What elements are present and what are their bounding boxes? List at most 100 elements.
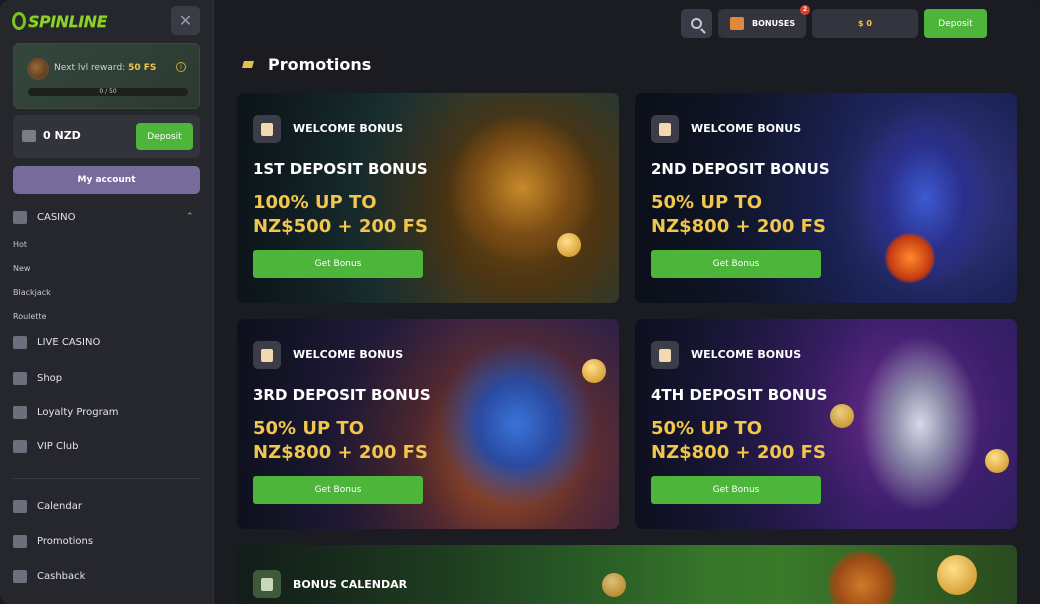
coin-icon [557, 233, 581, 257]
casino-icon [13, 211, 27, 224]
card-shade [237, 545, 705, 604]
sidebar: SPINLINE ✕ Next lvl reward: 50 FS i 0 / … [0, 0, 214, 604]
promo-card-3[interactable]: WELCOME BONUS 3RD DEPOSIT BONUS 50% UP T… [237, 319, 619, 529]
sidebar-item-loyalty[interactable]: Loyalty Program [13, 406, 119, 419]
promo-offer-line1: 50% UP TO [651, 192, 763, 213]
crystal-ball-art [885, 233, 935, 283]
sidebar-subitem-roulette[interactable]: Roulette [13, 312, 47, 321]
sidebar-item-label: LIVE CASINO [37, 337, 101, 348]
sidebar-item-live-casino[interactable]: LIVE CASINO [13, 336, 100, 349]
sidebar-item-label: Loyalty Program [37, 407, 119, 418]
sidebar-item-cashback[interactable]: Cashback [13, 570, 85, 583]
header-deposit-button[interactable]: Deposit [924, 9, 987, 38]
get-bonus-button[interactable]: Get Bonus [253, 476, 423, 504]
sidebar-item-label: Cashback [37, 571, 86, 582]
promo-offer-line2: NZ$500 + 200 FS [253, 216, 428, 237]
promo-name: 1ST DEPOSIT BONUS [253, 160, 428, 178]
gift-icon [730, 17, 744, 30]
promo-card-1[interactable]: WELCOME BONUS 1ST DEPOSIT BONUS 100% UP … [237, 93, 619, 303]
bonus-card-icon [253, 341, 281, 369]
sidebar-item-label: Shop [37, 373, 63, 384]
promo-offer: 50% UP TO NZ$800 + 200 FS [651, 417, 826, 465]
creature-art [827, 550, 897, 604]
shop-icon [13, 372, 27, 385]
page-title-text: Promotions [268, 55, 372, 74]
promo-name: 4TH DEPOSIT BONUS [651, 386, 828, 404]
close-sidebar-button[interactable]: ✕ [171, 6, 200, 35]
calendar-card-icon [253, 570, 281, 598]
reward-progress-bar: 0 / 50 [28, 88, 188, 96]
coin-icon [937, 555, 977, 595]
sidebar-item-casino[interactable]: CASINO [13, 211, 75, 224]
promo-name: 3RD DEPOSIT BONUS [253, 386, 431, 404]
bonuses-label: BONUSES [752, 19, 796, 28]
promo-tag: WELCOME BONUS [293, 348, 404, 361]
wallet-icon [22, 130, 36, 142]
promo-offer-line2: NZ$800 + 200 FS [651, 442, 826, 463]
get-bonus-button[interactable]: Get Bonus [253, 250, 423, 278]
sidebar-divider [13, 478, 200, 479]
promo-offer: 50% UP TO NZ$800 + 200 FS [253, 417, 428, 465]
bonus-card-icon [651, 115, 679, 143]
logo-ring-icon [12, 12, 26, 30]
info-icon[interactable]: i [176, 62, 186, 72]
promo-offer-line2: NZ$800 + 200 FS [651, 216, 826, 237]
crown-icon [13, 440, 27, 453]
loyalty-icon [13, 406, 27, 419]
balance-amount: 0 NZD [43, 129, 81, 142]
sidebar-subitem-hot[interactable]: Hot [13, 240, 27, 249]
promo-name: 2ND DEPOSIT BONUS [651, 160, 830, 178]
live-casino-icon [13, 336, 27, 349]
coin-icon [582, 359, 606, 383]
bonuses-badge: 2 [800, 5, 810, 15]
sidebar-item-shop[interactable]: Shop [13, 372, 62, 385]
sidebar-item-promotions[interactable]: Promotions [13, 535, 93, 548]
astronaut-art [855, 329, 985, 519]
app-window: SPINLINE ✕ Next lvl reward: 50 FS i 0 / … [0, 0, 1040, 604]
promo-card-2[interactable]: WELCOME BONUS 2ND DEPOSIT BONUS 50% UP T… [635, 93, 1017, 303]
promo-tag: WELCOME BONUS [293, 122, 404, 135]
promo-card-4[interactable]: WELCOME BONUS 4TH DEPOSIT BONUS 50% UP T… [635, 319, 1017, 529]
reward-value: 50 FS [128, 63, 157, 73]
reward-label: Next lvl reward: 50 FS [54, 63, 156, 73]
calendar-icon [13, 500, 27, 513]
bonuses-button[interactable]: BONUSES 2 [718, 5, 810, 38]
sidebar-item-calendar[interactable]: Calendar [13, 500, 82, 513]
bonus-card-icon [651, 341, 679, 369]
brand-logo[interactable]: SPINLINE [12, 6, 108, 36]
cashback-icon [13, 570, 27, 583]
sidebar-item-label: VIP Club [37, 441, 79, 452]
sidebar-deposit-button[interactable]: Deposit [136, 123, 193, 150]
promo-tag: BONUS CALENDAR [293, 578, 408, 591]
my-account-button[interactable]: My account [13, 166, 200, 194]
sidebar-item-label: Calendar [37, 501, 82, 512]
close-icon: ✕ [178, 11, 193, 30]
promo-tag: WELCOME BONUS [691, 348, 802, 361]
search-button[interactable] [681, 9, 712, 38]
logo-text: SPINLINE [27, 11, 108, 31]
promo-offer: 50% UP TO NZ$800 + 200 FS [651, 191, 826, 239]
promo-card-calendar[interactable]: BONUS CALENDAR [237, 545, 1017, 604]
promo-offer-line1: 100% UP TO [253, 192, 377, 213]
get-bonus-button[interactable]: Get Bonus [651, 476, 821, 504]
chevron-up-icon[interactable]: ⌃ [186, 212, 194, 222]
sidebar-item-label: CASINO [37, 212, 76, 223]
ticket-icon [13, 535, 27, 548]
bonus-card-icon [253, 115, 281, 143]
promo-offer-line1: 50% UP TO [651, 418, 763, 439]
reward-chest-icon [27, 58, 49, 80]
promo-offer-line1: 50% UP TO [253, 418, 365, 439]
level-reward-card: Next lvl reward: 50 FS i 0 / 50 [13, 43, 200, 109]
sidebar-item-label: Promotions [37, 536, 94, 547]
promo-offer-line2: NZ$800 + 200 FS [253, 442, 428, 463]
page-title: Promotions [242, 55, 372, 74]
sidebar-subitem-blackjack[interactable]: Blackjack [13, 288, 51, 297]
promo-tag: WELCOME BONUS [691, 122, 802, 135]
reward-label-text: Next lvl reward: [54, 63, 126, 73]
get-bonus-button[interactable]: Get Bonus [651, 250, 821, 278]
promo-offer: 100% UP TO NZ$500 + 200 FS [253, 191, 428, 239]
header-balance[interactable]: $ 0 [812, 9, 918, 38]
sidebar-item-vip[interactable]: VIP Club [13, 440, 78, 453]
ticket-icon [242, 61, 254, 68]
sidebar-subitem-new[interactable]: New [13, 264, 30, 273]
